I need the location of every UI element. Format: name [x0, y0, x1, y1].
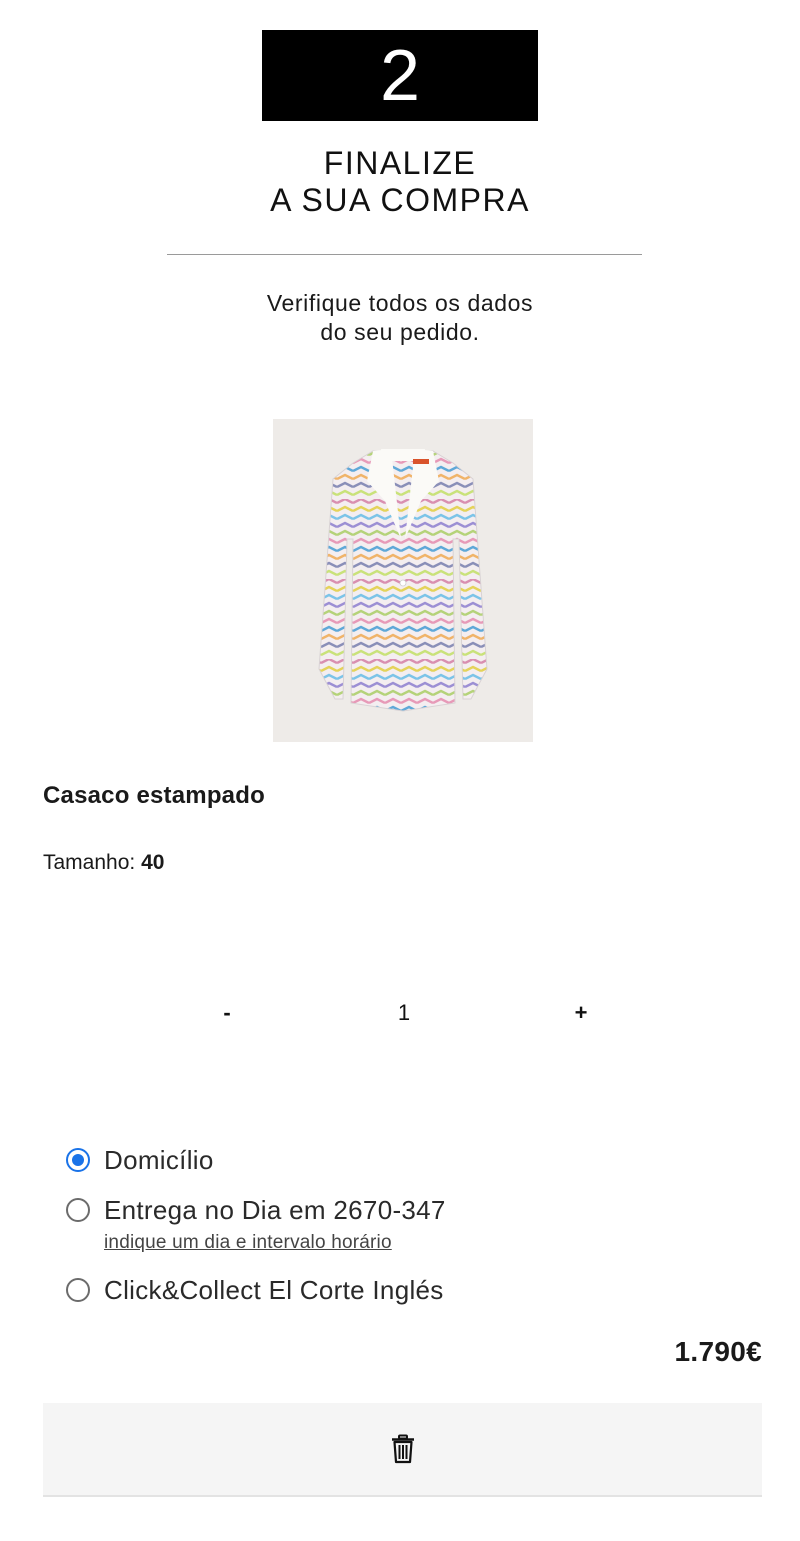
product-price: 1.790€: [674, 1336, 762, 1367]
delivery-option-click-collect[interactable]: Click&Collect El Corte Inglés: [66, 1276, 444, 1304]
size-label: Tamanho:: [43, 851, 136, 874]
radio-same-day[interactable]: [66, 1198, 90, 1222]
delivery-option-label: Domicílio: [104, 1145, 214, 1175]
subtitle-line1: Verifique todos os dados: [266, 290, 534, 316]
quantity-increase-button[interactable]: +: [571, 1000, 591, 1026]
delivery-option-same-day[interactable]: Entrega no Dia em 2670-347 indique um di…: [66, 1196, 446, 1254]
trash-icon: [391, 1434, 414, 1464]
radio-click-collect[interactable]: [66, 1278, 90, 1302]
step-title-line2: A SUA COMPRA: [270, 182, 530, 218]
delivery-option-label: Click&Collect El Corte Inglés: [104, 1275, 444, 1305]
subtitle-line2: do seu pedido.: [320, 319, 480, 345]
step-number: 2: [379, 35, 421, 116]
step-number-badge: 2: [262, 30, 538, 121]
product-size: Tamanho: 40: [43, 851, 164, 875]
quantity-decrease-button[interactable]: -: [220, 1000, 234, 1026]
delivery-option-home[interactable]: Domicílio: [66, 1146, 214, 1174]
step-title: FINALIZE A SUA COMPRA: [0, 145, 800, 219]
radio-home[interactable]: [66, 1148, 90, 1172]
choose-day-time-link[interactable]: indique um dia e intervalo horário: [104, 1232, 446, 1254]
step-title-line1: FINALIZE: [323, 145, 477, 181]
quantity-value: 1: [397, 1000, 411, 1025]
step-subtitle: Verifique todos os dados do seu pedido.: [0, 289, 800, 347]
blazer-illustration: [318, 449, 488, 712]
size-value: 40: [141, 851, 165, 874]
delivery-option-label: Entrega no Dia em 2670-347: [104, 1195, 446, 1225]
title-divider: [167, 254, 642, 255]
remove-item-button[interactable]: [43, 1403, 762, 1497]
product-name[interactable]: Casaco estampado: [43, 782, 265, 810]
product-image[interactable]: [273, 419, 533, 742]
